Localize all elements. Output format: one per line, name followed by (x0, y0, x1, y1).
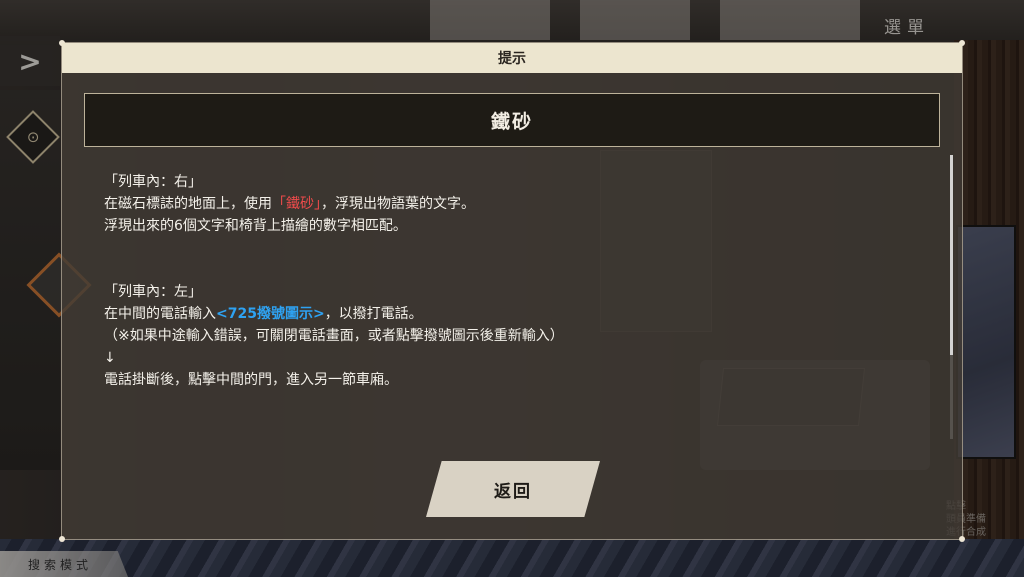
hint-content: 「列車內：右」 在磁石標誌的地面上，使用「鐵砂」，浮現出物語葉的文字。 浮現出來… (104, 171, 924, 391)
scrollbar-thumb[interactable] (950, 155, 953, 355)
section-heading: 「列車內：左」 (104, 284, 202, 300)
down-arrow-icon: ↓ (104, 350, 116, 366)
section-heading: 「列車內：右」 (104, 174, 202, 190)
item-highlight: 「鐵砂」 (272, 196, 321, 212)
corner-dot (59, 536, 65, 542)
dialog-title: 鐵砂 (84, 93, 940, 147)
hint-line: 在中間的電話輸入<725撥號圖示>，以撥打電話。 (104, 306, 423, 322)
return-button[interactable]: 返回 (426, 461, 600, 517)
dialog-header: 提示 (62, 43, 962, 73)
hint-line: 浮現出來的6個文字和椅背上描繪的數字相匹配。 (104, 218, 407, 234)
dial-highlight: <725撥號圖示> (216, 306, 325, 322)
hint-line: 在磁石標誌的地面上，使用「鐵砂」，浮現出物語葉的文字。 (104, 196, 475, 212)
hint-line: 電話掛斷後，點擊中間的門，進入另一節車廂。 (104, 372, 398, 388)
hint-dialog: 提示 鐵砂 「列車內：右」 在磁石標誌的地面上，使用「鐵砂」，浮現出物語葉的文字… (59, 40, 965, 542)
hint-line: （※如果中途輸入錯誤，可關閉電話畫面，或者點擊撥號圖示後重新輸入） (104, 328, 564, 344)
corner-dot (959, 536, 965, 542)
